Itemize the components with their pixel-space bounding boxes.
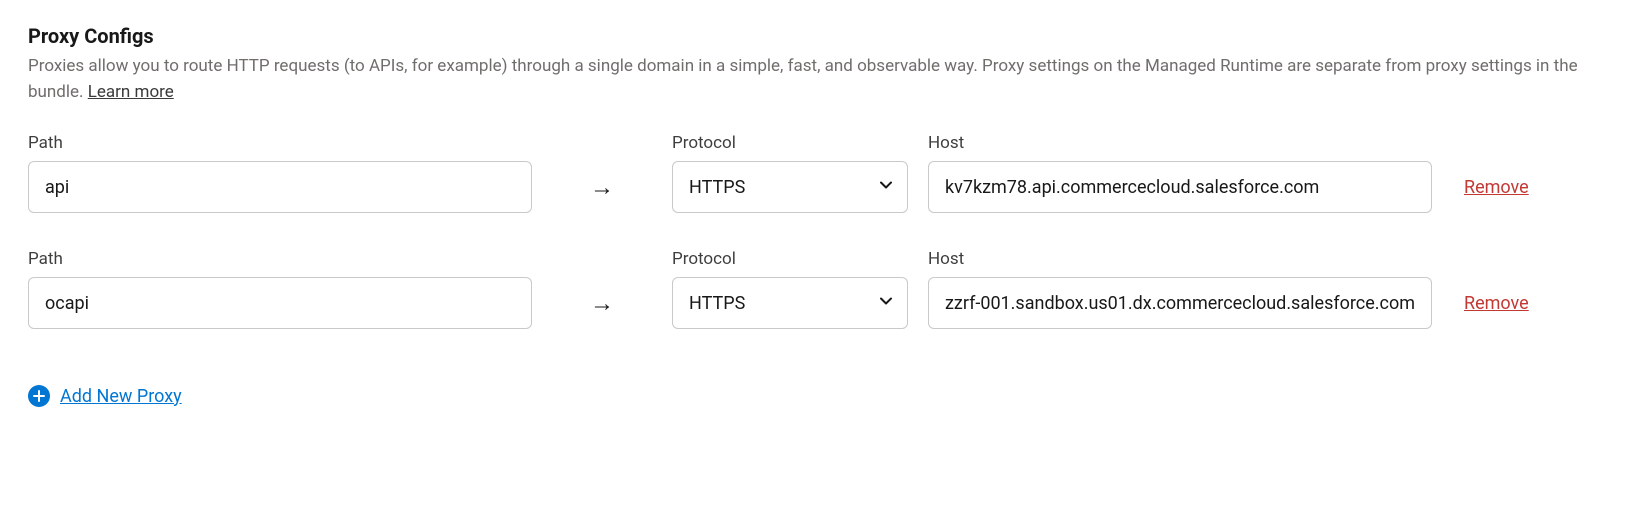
host-label: Host	[928, 133, 1432, 153]
protocol-field-group: Protocol	[672, 133, 908, 213]
host-input[interactable]	[928, 277, 1432, 329]
protocol-select[interactable]	[672, 277, 908, 329]
add-new-proxy-label: Add New Proxy	[60, 386, 182, 407]
protocol-select-wrap	[672, 161, 908, 213]
learn-more-link[interactable]: Learn more	[88, 82, 174, 102]
arrow-separator: →	[532, 277, 672, 329]
host-field-group: Host	[928, 133, 1432, 213]
add-new-proxy-button[interactable]: Add New Proxy	[28, 385, 182, 407]
host-input[interactable]	[928, 161, 1432, 213]
protocol-select-wrap	[672, 277, 908, 329]
proxy-row: Path → Protocol Host Remove	[28, 249, 1608, 329]
path-input[interactable]	[28, 277, 532, 329]
host-field-group: Host	[928, 249, 1432, 329]
host-label: Host	[928, 249, 1432, 269]
path-field-group: Path	[28, 249, 532, 329]
protocol-label: Protocol	[672, 249, 908, 269]
description-text: Proxies allow you to route HTTP requests…	[28, 56, 1578, 102]
protocol-field-group: Protocol	[672, 249, 908, 329]
proxy-row: Path → Protocol Host Remove	[28, 133, 1608, 213]
protocol-select[interactable]	[672, 161, 908, 213]
path-input[interactable]	[28, 161, 532, 213]
section-description: Proxies allow you to route HTTP requests…	[28, 54, 1608, 105]
arrow-separator: →	[532, 161, 672, 213]
plus-circle-icon	[28, 385, 50, 407]
arrow-icon: →	[590, 173, 614, 202]
path-label: Path	[28, 133, 532, 153]
arrow-icon: →	[590, 289, 614, 318]
path-label: Path	[28, 249, 532, 269]
protocol-label: Protocol	[672, 133, 908, 153]
remove-button[interactable]: Remove	[1464, 161, 1529, 213]
remove-button[interactable]: Remove	[1464, 277, 1529, 329]
path-field-group: Path	[28, 133, 532, 213]
section-title: Proxy Configs	[28, 24, 1608, 48]
